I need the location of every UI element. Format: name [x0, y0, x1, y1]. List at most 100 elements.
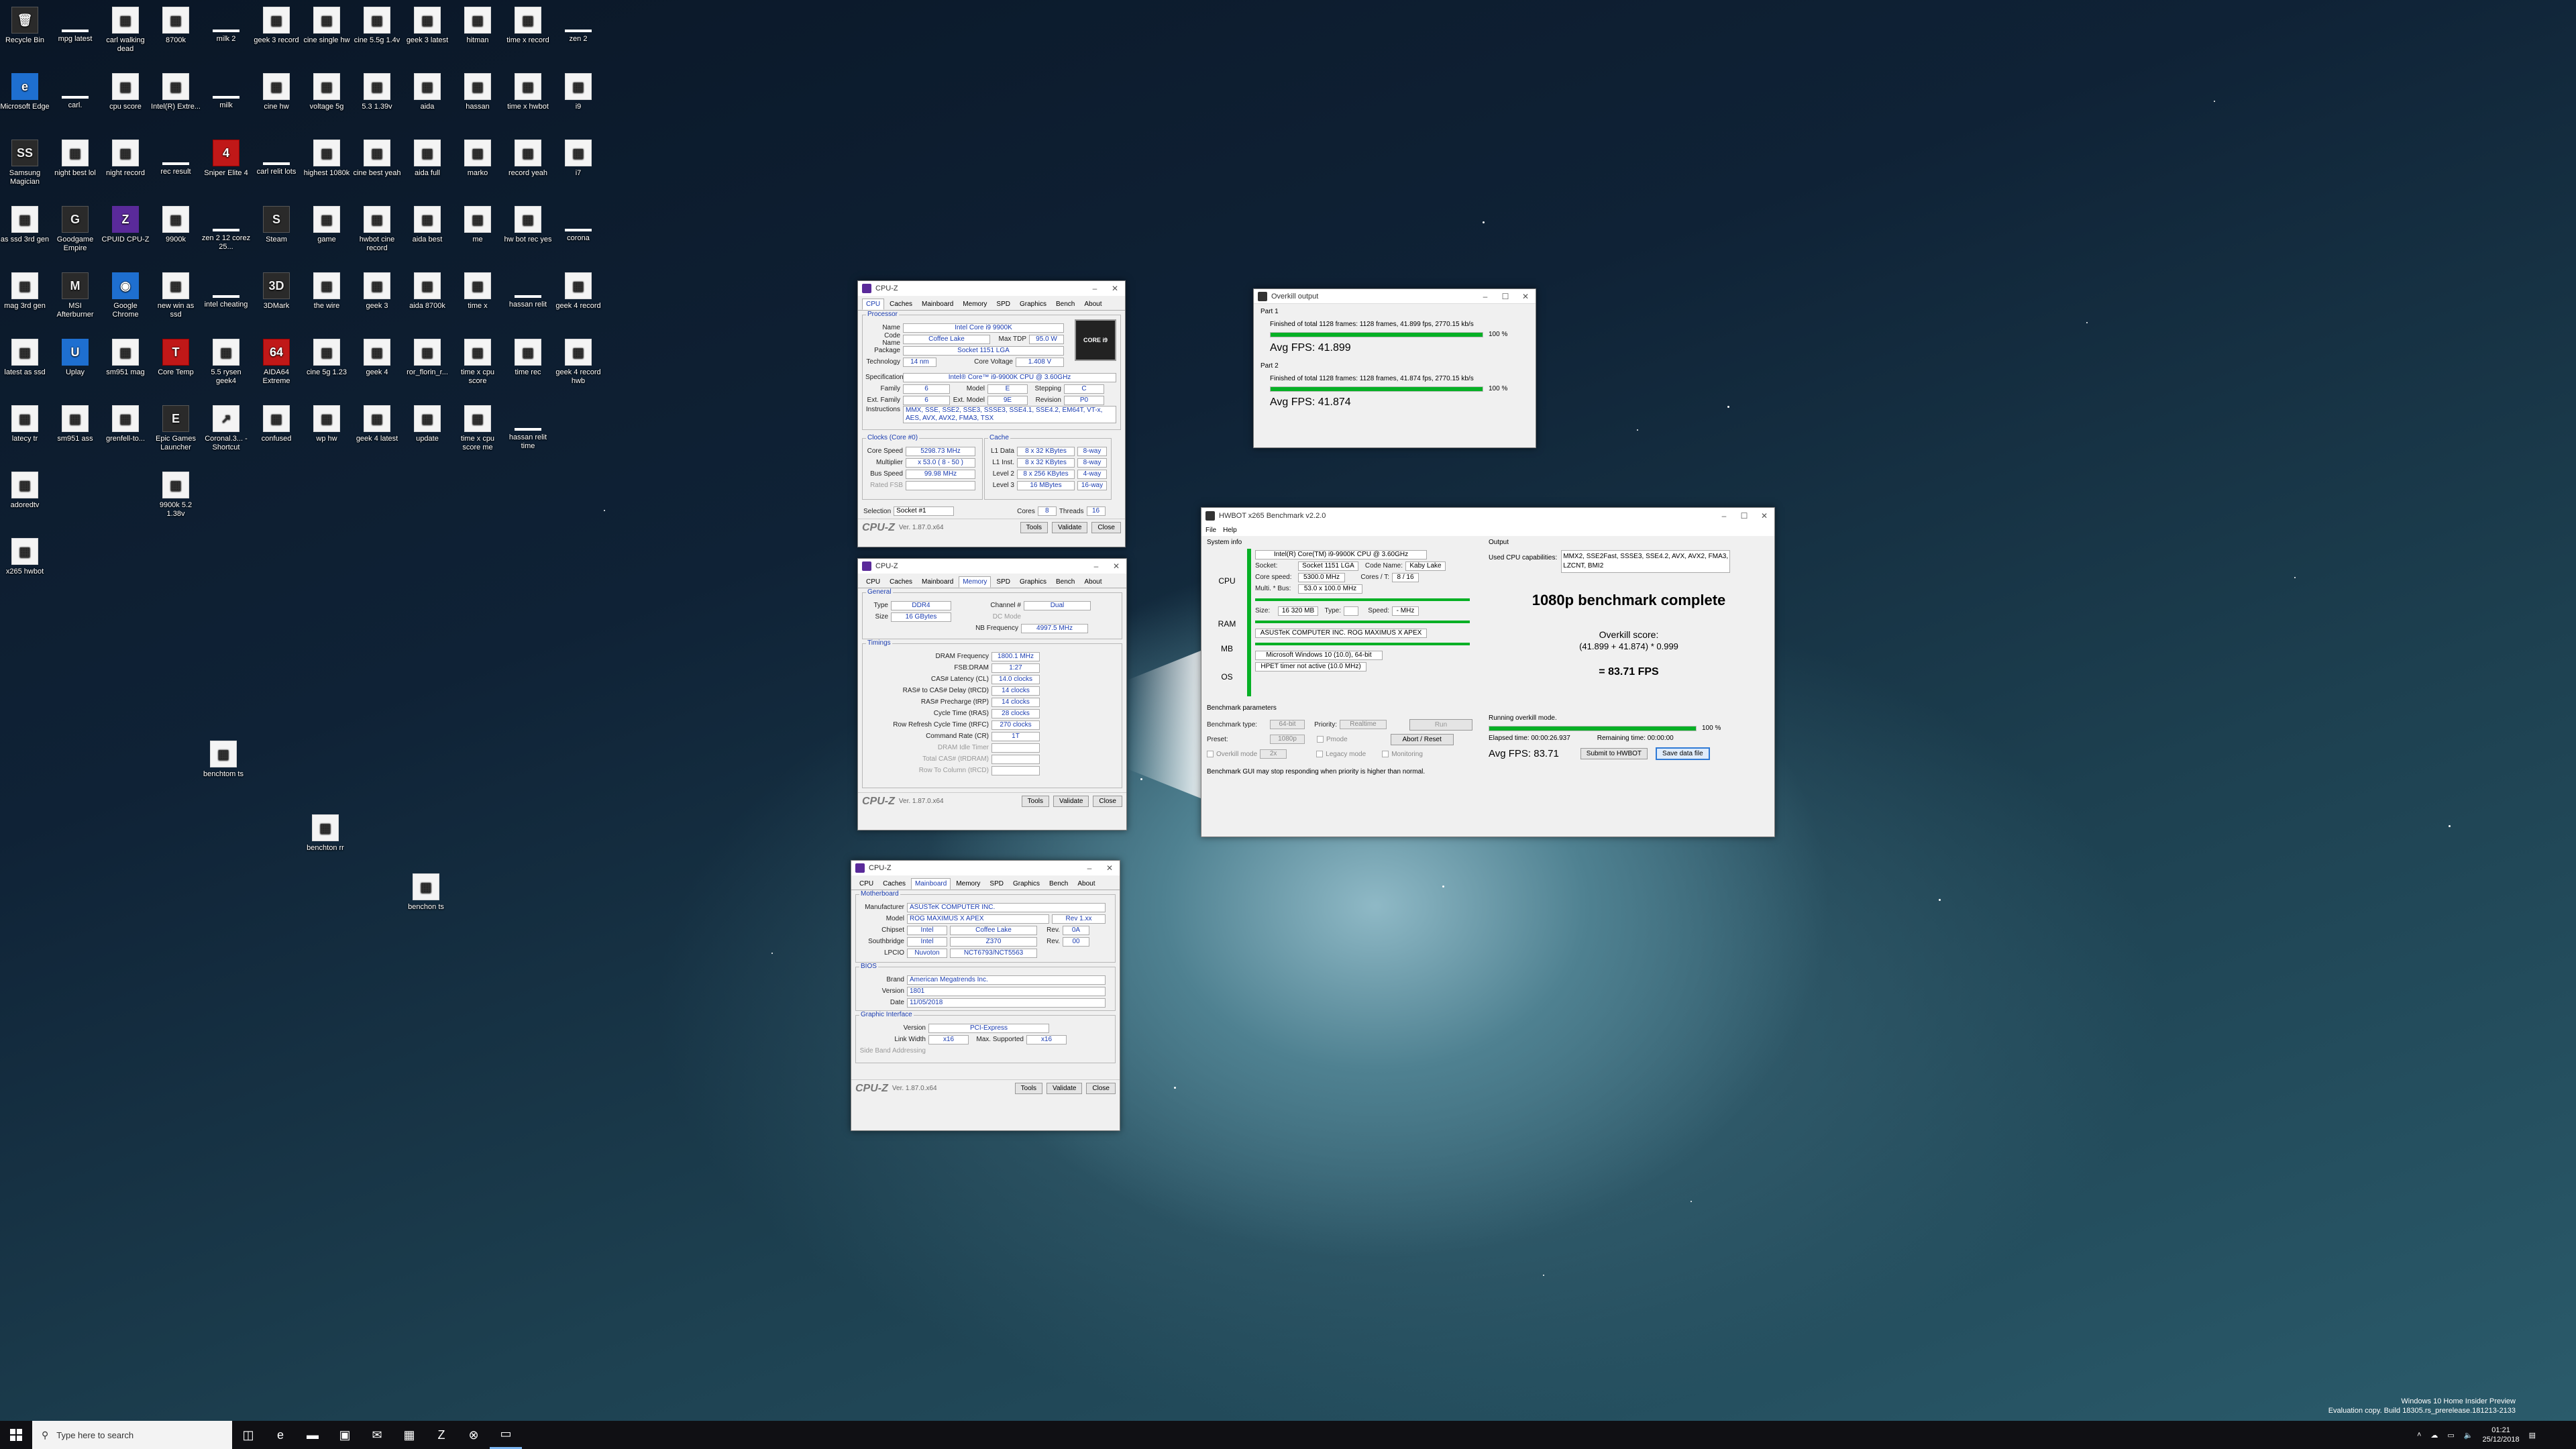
desktop-icon[interactable]: U Uplay — [50, 339, 100, 377]
tab-mainboard[interactable]: Mainboard — [918, 576, 957, 588]
desktop-icon[interactable]: Z CPUID CPU-Z — [101, 206, 150, 244]
desktop-icon[interactable]: 64 AIDA64 Extreme — [252, 339, 301, 386]
close-icon[interactable]: ✕ — [1105, 284, 1125, 293]
submit-hwbot-button[interactable]: Submit to HWBOT — [1580, 748, 1648, 759]
tab-graphics[interactable]: Graphics — [1016, 299, 1051, 310]
desktop-icon[interactable]: ▦ 8700k — [151, 7, 201, 45]
tools-button[interactable]: Tools — [1014, 1083, 1043, 1094]
cpuz-cpu-window[interactable]: CPU-Z – ✕ CPU Caches Mainboard Memory SPD Grap… — [857, 280, 1126, 547]
desktop-icon[interactable]: ▦ hitman — [453, 7, 502, 45]
desktop-icon[interactable]: mpg latest — [50, 7, 100, 44]
minimize-icon[interactable]: – — [1085, 284, 1105, 293]
minimize-icon[interactable]: – — [1086, 561, 1106, 571]
tab-cpu[interactable]: CPU — [862, 299, 885, 310]
desktop-icon[interactable]: ▦ marko — [453, 140, 502, 178]
tab-caches[interactable]: Caches — [885, 299, 916, 310]
overkill-mode-checkbox[interactable] — [1207, 751, 1214, 757]
minimize-icon[interactable]: – — [1079, 863, 1099, 873]
close-icon[interactable]: ✕ — [1106, 561, 1126, 571]
start-button[interactable] — [0, 1421, 32, 1449]
close-icon[interactable]: ✕ — [1099, 863, 1120, 873]
tab-mainboard[interactable]: Mainboard — [918, 299, 957, 310]
close-icon[interactable]: ✕ — [1754, 511, 1774, 521]
cpuz-icon[interactable]: Z — [425, 1421, 458, 1449]
desktop-icon[interactable]: M MSI Afterburner — [50, 272, 100, 319]
volume-icon[interactable]: 🔈 — [2464, 1431, 2473, 1440]
desktop-icon[interactable]: ▦ latecy tr — [0, 405, 50, 443]
desktop-icon[interactable]: carl relit lots — [252, 140, 301, 176]
desktop-icon[interactable]: e Microsoft Edge — [0, 73, 50, 111]
tab-spd[interactable]: SPD — [992, 576, 1014, 588]
cloud-icon[interactable]: ☁ — [2430, 1431, 2438, 1440]
desktop-icon[interactable]: ▦ cine 5.5g 1.4v — [352, 7, 402, 45]
desktop-icon[interactable]: ▦ 9900k 5.2 1.38v — [151, 472, 201, 519]
priority-select[interactable]: Realtime — [1340, 720, 1387, 729]
benchmark-type-select[interactable]: 64-bit — [1270, 720, 1305, 729]
tab-caches[interactable]: Caches — [879, 878, 910, 890]
desktop-icon[interactable]: ▦ benchon ts — [401, 873, 451, 912]
desktop-icon[interactable]: ▦ hw bot rec yes — [503, 206, 553, 244]
desktop-icon[interactable]: ▦ geek 3 — [352, 272, 402, 311]
desktop-icon[interactable]: milk 2 — [201, 7, 251, 44]
tab-cpu[interactable]: CPU — [862, 576, 884, 588]
mail-icon[interactable]: ✉ — [361, 1421, 393, 1449]
title-bar[interactable]: CPU-Z – ✕ — [851, 861, 1120, 875]
close-button[interactable]: Close — [1093, 796, 1122, 807]
desktop-icon[interactable]: ▦ geek 4 latest — [352, 405, 402, 443]
hwbot-x265-window[interactable]: HWBOT x265 Benchmark v2.2.0 – ☐ ✕ File Hel… — [1201, 507, 1775, 837]
minimize-icon[interactable]: – — [1475, 292, 1495, 301]
title-bar[interactable]: Overkill output – ☐ ✕ — [1254, 289, 1536, 304]
spreadsheet-icon[interactable]: ▦ — [393, 1421, 425, 1449]
minimize-icon[interactable]: – — [1714, 511, 1734, 521]
desktop-icon[interactable]: ▦ time rec — [503, 339, 553, 377]
pmode-checkbox[interactable] — [1317, 736, 1324, 743]
taskbar-search-box[interactable]: ⚲ Type here to search — [32, 1421, 232, 1449]
title-bar[interactable]: CPU-Z – ✕ — [858, 281, 1125, 296]
desktop-icon[interactable]: ▦ aida best — [402, 206, 452, 244]
desktop-icon[interactable]: rec result — [151, 140, 201, 176]
desktop-icon[interactable]: ▦ benchton rr — [301, 814, 350, 853]
validate-button[interactable]: Validate — [1046, 1083, 1083, 1094]
menu-help[interactable]: Help — [1223, 527, 1237, 534]
save-data-file-button[interactable]: Save data file — [1656, 747, 1710, 760]
abort-reset-button[interactable]: Abort / Reset — [1390, 733, 1454, 745]
desktop-icon[interactable]: ▦ adoredtv — [0, 472, 50, 510]
desktop-icon[interactable]: ▦ new win as ssd — [151, 272, 201, 319]
tab-mainboard[interactable]: Mainboard — [911, 878, 951, 890]
desktop-icon[interactable]: ▦ sm951 ass — [50, 405, 100, 443]
desktop-icon[interactable]: ▦ cpu score — [101, 73, 150, 111]
tab-cpu[interactable]: CPU — [855, 878, 877, 890]
desktop-icon[interactable]: ▦ 9900k — [151, 206, 201, 244]
desktop-icon[interactable]: milk — [201, 73, 251, 110]
desktop-icon[interactable]: zen 2 12 corez 25... — [201, 206, 251, 252]
desktop-icon[interactable]: carl. — [50, 73, 100, 110]
legacy-mode-checkbox[interactable] — [1316, 751, 1324, 757]
desktop-icon[interactable]: ▦ i9 — [553, 73, 603, 111]
tab-caches[interactable]: Caches — [885, 576, 916, 588]
tab-graphics[interactable]: Graphics — [1016, 576, 1051, 588]
desktop-icon[interactable]: ▦ record yeah — [503, 140, 553, 178]
desktop-icon[interactable]: ▦ cine hw — [252, 73, 301, 111]
tab-spd[interactable]: SPD — [992, 299, 1014, 310]
desktop-icon[interactable]: ▦ time x cpu score me — [453, 405, 502, 452]
desktop-icon[interactable]: corona — [553, 206, 603, 243]
tab-memory[interactable]: Memory — [952, 878, 984, 890]
desktop-icon[interactable]: ▦ highest 1080k — [302, 140, 352, 178]
validate-button[interactable]: Validate — [1052, 522, 1088, 533]
desktop-icon[interactable]: 🗑 Recycle Bin — [0, 7, 50, 45]
desktop-icon[interactable]: ▦ geek 3 record — [252, 7, 301, 45]
desktop-icon[interactable]: ▦ time x record — [503, 7, 553, 45]
desktop-icon[interactable]: ▦ 5.3 1.39v — [352, 73, 402, 111]
desktop-icon[interactable]: SS Samsung Magician — [0, 140, 50, 186]
cpuz-mainboard-window[interactable]: CPU-Z – ✕ CPU Caches Mainboard Memory SPD Grap… — [851, 860, 1120, 1131]
desktop-icon[interactable]: ▦ aida 8700k — [402, 272, 452, 311]
selection-dropdown[interactable]: Socket #1 — [894, 506, 955, 516]
desktop-icon[interactable]: ▦ geek 4 record hwb — [553, 339, 603, 386]
store-icon[interactable]: ▣ — [329, 1421, 361, 1449]
title-bar[interactable]: CPU-Z – ✕ — [858, 559, 1126, 574]
desktop-icon[interactable]: ▦ cine best yeah — [352, 140, 402, 178]
tools-button[interactable]: Tools — [1020, 522, 1049, 533]
tab-about[interactable]: About — [1080, 576, 1106, 588]
desktop-icon[interactable]: ▦ confused — [252, 405, 301, 443]
desktop-icon[interactable]: S Steam — [252, 206, 301, 244]
